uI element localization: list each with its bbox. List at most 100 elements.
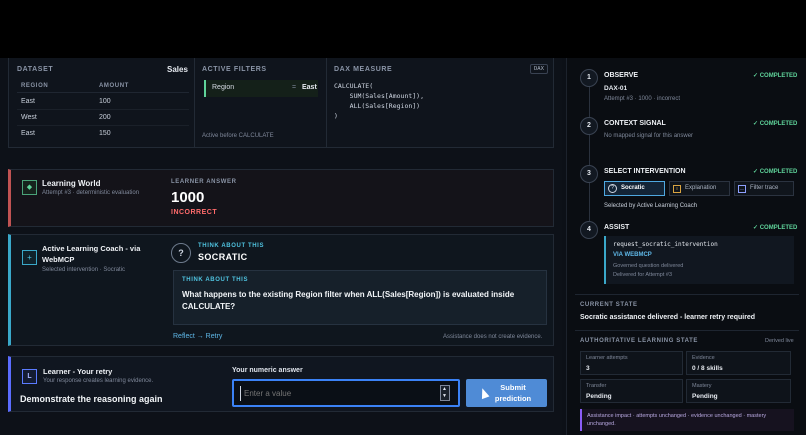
world-title: Learning World [42,179,101,188]
step-detail: Selected by Active Learning Coach [604,203,698,209]
col-header-region: REGION [21,83,49,89]
table-divider [17,125,189,126]
dax-badge: DAX [530,64,548,74]
numeric-input[interactable]: ▲ ▼ [232,379,460,407]
step-title: SELECT INTERVENTION [604,168,686,175]
state-cell: Evidence 0 / 8 skills [686,351,791,375]
step-status: ✓ COMPLETED [753,73,798,79]
state-cell-value: Pending [586,393,612,400]
retry-title: Learner - Your retry [43,367,113,376]
main-pane: DATASET Sales REGION AMOUNT East 100 Wes… [0,58,562,435]
option-filter-trace[interactable]: — Filter trace [734,181,794,196]
chevron-down-icon[interactable]: ▼ [442,393,447,400]
step-title: OBSERVE [604,72,639,79]
intervention-mode: SOCRATIC [198,252,248,262]
world-subtitle: Attempt #3 · deterministic evaluation [42,190,140,196]
question-mark-icon: ? [171,243,191,263]
coach-subtitle: Selected intervention · Socratic [42,267,126,273]
answer-field[interactable] [240,386,430,401]
step-detail: Governed question delivered [613,263,684,269]
coach-card: + Active Learning Coach - via WebMCP Sel… [8,234,554,346]
step-status: ✓ COMPLETED [753,225,798,231]
prompt-caption: THINK ABOUT THIS [198,243,265,249]
option-explanation[interactable]: ≡ Explanation [669,181,730,196]
assist-box: request_socratic_intervention VIA WEBMCP… [604,236,794,284]
filters-caption: ACTIVE FILTERS [202,66,267,73]
table-cell-region: East [21,130,36,137]
stepper-control[interactable]: ▲ ▼ [440,385,450,401]
state-cell-value: Pending [692,393,718,400]
step-status: ✓ COMPLETED [753,121,798,127]
col-header-amount: AMOUNT [99,83,129,89]
filter-trace-icon: — [738,185,746,193]
answer-caption: LEARNER ANSWER [171,179,237,185]
timeline-line [589,86,590,236]
filter-value: East [302,84,317,91]
agent-pane: 1 OBSERVE ✓ COMPLETED DAX-01 Attempt #3 … [566,58,806,435]
state-cell: Transfer Pending [580,379,683,403]
table-cell-amount: 200 [99,114,111,121]
step-number: 1 [580,69,598,87]
step-detail: Delivered for Attempt #3 [613,272,673,278]
table-cell-region: West [21,114,37,121]
retry-subtitle: Your response creates learning evidence. [43,378,154,384]
dax-line: CALCULATE( [334,82,374,90]
retry-card: L Learner - Your retry Your response cre… [8,356,554,412]
function-name: request_socratic_intervention [613,241,718,248]
dax-line: ) [334,112,338,120]
step-title: CONTEXT SIGNAL [604,120,666,127]
dax-line: SUM(Sales[Amount]), [334,92,425,100]
submit-label: Submit prediction [494,383,532,403]
impact-note: Assistance impact · attempts unchanged ·… [580,409,794,431]
step-detail: No mapped signal for this answer [604,133,694,139]
step-title: ASSIST [604,224,630,231]
explanation-icon: ≡ [673,185,681,193]
dataset-caption: DATASET [17,66,54,73]
app-root: DATASET Sales REGION AMOUNT East 100 Wes… [0,58,806,435]
step-status: ✓ COMPLETED [753,169,798,175]
current-state-caption: CURRENT STATE [580,302,638,308]
state-cell: Mastery Pending [686,379,791,403]
step-number: 2 [580,117,598,135]
question-caption: THINK ABOUT THIS [182,277,249,283]
state-cell-label: Learner attempts [586,355,628,361]
state-cell-label: Transfer [586,383,607,389]
context-panel: DATASET Sales REGION AMOUNT East 100 Wes… [8,58,554,148]
step-number: 3 [580,165,598,183]
derived-live-label: Derived live [765,338,794,344]
state-cell-value: 3 [586,365,590,372]
learner-badge: L [22,369,37,384]
submit-button[interactable]: Submit prediction [466,379,547,407]
panel-divider [194,58,195,147]
world-icon: ◆ [22,180,37,195]
step-detail: Attempt #3 · 1000 · incorrect [604,96,681,102]
option-label: Socratic [621,185,645,191]
dax-line: ALL(Sales[Region]) [334,102,421,110]
reflect-retry-link[interactable]: Reflect → Retry [173,333,222,340]
socratic-question: What happens to the existing Region filt… [182,290,515,311]
question-box: THINK ABOUT THIS What happens to the exi… [173,270,547,325]
table-cell-amount: 150 [99,130,111,137]
impact-text: Assistance impact · attempts unchanged ·… [587,413,767,427]
measure-caption: DAX MEASURE [334,66,393,73]
question-mark-icon: ? [608,184,617,193]
learning-world-card: ◆ Learning World Attempt #3 · determinis… [8,169,554,227]
filter-field: Region [212,84,235,91]
assistance-note: Assistance does not create evidence. [443,334,543,340]
current-state-text: Socratic assistance delivered - learner … [580,314,756,321]
filters-note: Active before CALCULATE [202,133,274,139]
verdict-badge: INCORRECT [171,209,218,216]
dataset-name: Sales [167,65,188,74]
filter-operator: = [292,84,297,91]
chevron-up-icon[interactable]: ▲ [442,386,447,393]
option-label: Filter trace [750,185,779,191]
option-socratic[interactable]: ? Socratic [604,181,665,196]
table-cell-amount: 100 [99,98,111,105]
panel-divider [326,58,327,147]
via-label: VIA WEBMCP [613,252,652,258]
filter-chip[interactable]: Region = East [204,80,318,97]
step-detail: DAX-01 [604,85,628,92]
option-label: Explanation [685,185,717,191]
divider [575,294,799,295]
learner-answer: 1000 [171,189,205,206]
